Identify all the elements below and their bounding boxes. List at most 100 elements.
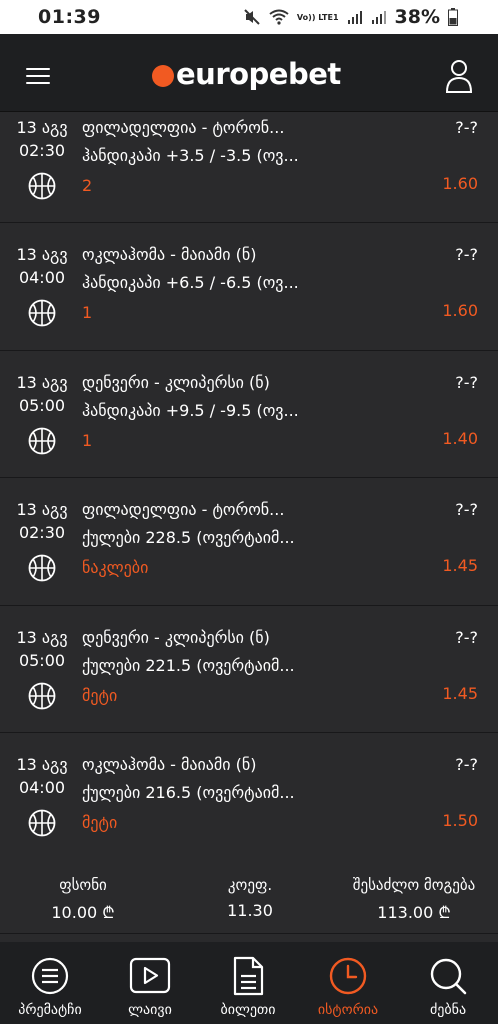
bet-row[interactable]: 13 აგვ 05:00 დენვერი - კლიპერსი (ნ) ჰანდიკა…	[0, 350, 498, 478]
bet-market: ჰანდიკაპი +9.5 / -9.5 (ოვ...	[82, 400, 299, 420]
bet-market: ჰანდიკაპი +6.5 / -6.5 (ოვ...	[82, 273, 299, 292]
nav-history[interactable]: ისტორია	[298, 942, 398, 1024]
bet-match: ფილადელფია - ტორონ...	[82, 500, 285, 519]
stake-value: 10.00 ₾	[51, 903, 115, 922]
bet-score: ?-?	[455, 500, 478, 519]
ticket-document-icon	[233, 956, 264, 996]
bet-date: 13 აგვ 04:00	[14, 243, 70, 289]
bet-time: 02:30	[18, 523, 66, 542]
ticket-summary: ფსონი 10.00 ₾ კოეფ. 11.30 შესაძლო მოგება…	[0, 860, 498, 934]
nav-label-ticket: ბილეთი	[220, 1002, 276, 1018]
bet-day: 13 აგვ	[16, 245, 68, 264]
signal-icon-1	[347, 11, 362, 24]
wifi-icon	[269, 9, 289, 25]
basketball-icon	[28, 427, 56, 454]
basketball-icon	[28, 682, 56, 709]
bet-odds: 1.40	[442, 428, 478, 448]
mute-icon	[244, 9, 260, 25]
bet-match: ფილადელფია - ტორონ...	[82, 118, 285, 137]
network-type: Vo)) LTE1	[296, 12, 339, 22]
basketball-icon	[28, 172, 56, 200]
bet-day: 13 აგვ	[16, 500, 68, 519]
nav-label-history: ისტორია	[317, 1002, 379, 1018]
bet-day: 13 აგვ	[16, 755, 68, 774]
history-clock-icon	[329, 957, 367, 995]
bet-row[interactable]: 13 აგვ 05:00 დენვერი - კლიპერსი (ნ) ქულები …	[0, 605, 498, 733]
system-status-bar: 01:39 Vo)) LTE1 38%	[0, 0, 498, 34]
signal-icon-2	[371, 11, 386, 24]
nav-ticket[interactable]: ბილეთი	[198, 942, 298, 1024]
bet-match: ოკლაჰომა - მაიამი (ნ)	[82, 755, 257, 774]
bet-score: ?-?	[455, 372, 478, 392]
bet-market: ჰანდიკაპი +3.5 / -3.5 (ოვ...	[82, 146, 299, 165]
nav-label-prematch: პრემატჩი	[18, 1002, 82, 1018]
total-odds-value: 11.30	[227, 901, 273, 920]
bet-match: დენვერი - კლიპერსი (ნ)	[82, 372, 270, 392]
nav-label-search: ძებნა	[429, 1002, 467, 1018]
bottom-navigation: პრემატჩი ლაივი ბილეთი ისტორია ძებნა	[0, 942, 498, 1024]
basketball-icon	[28, 809, 56, 837]
battery-percent: 38%	[394, 6, 440, 28]
nav-live[interactable]: ლაივი	[100, 942, 200, 1024]
bet-pick: 2	[82, 176, 93, 195]
bet-time: 02:30	[18, 141, 66, 160]
basketball-icon	[28, 554, 56, 582]
bet-pick: მეტი	[82, 813, 118, 832]
bet-day: 13 აგვ	[16, 372, 68, 392]
user-icon[interactable]	[444, 58, 474, 94]
bet-market: ქულები 228.5 (ოვერტაიმ...	[82, 528, 295, 547]
app-header: europebet	[0, 34, 498, 112]
total-odds-summary: კოეფ. 11.30	[208, 876, 292, 920]
bet-day: 13 აგვ	[16, 627, 68, 647]
status-time: 01:39	[38, 6, 101, 28]
logo-text: europebet	[176, 57, 341, 91]
prematch-list-icon	[31, 957, 69, 995]
bet-score: ?-?	[455, 118, 478, 137]
bet-day: 13 აგვ	[16, 118, 68, 137]
bet-score: ?-?	[455, 755, 478, 774]
bet-time: 05:00	[18, 395, 66, 415]
europebet-logo[interactable]: europebet	[152, 54, 341, 94]
nav-search[interactable]: ძებნა	[398, 942, 498, 1024]
bet-odds: 1.60	[442, 301, 478, 320]
bet-pick: ნაკლები	[82, 558, 149, 577]
bet-odds: 1.45	[442, 683, 478, 703]
nav-label-live: ლაივი	[128, 1002, 172, 1018]
bet-date: 13 აგვ 05:00	[14, 626, 70, 672]
bet-market: ქულები 221.5 (ოვერტაიმ...	[82, 655, 295, 675]
stake-summary: ფსონი 10.00 ₾	[40, 876, 126, 923]
bet-pick: 1	[82, 430, 93, 450]
bet-odds: 1.60	[442, 174, 478, 193]
status-icons: Vo)) LTE1 38%	[243, 6, 458, 28]
possible-win-label: შესაძლო მოგება	[352, 876, 476, 894]
nav-prematch[interactable]: პრემატჩი	[0, 942, 100, 1024]
bet-odds: 1.50	[442, 811, 478, 830]
bet-pick: მეტი	[82, 685, 118, 705]
logo-dot	[152, 65, 174, 87]
bet-date: 13 აგვ 02:30	[14, 498, 70, 544]
menu-icon[interactable]	[26, 68, 52, 86]
basketball-icon	[28, 299, 56, 327]
stake-label: ფსონი	[59, 876, 107, 894]
bet-row[interactable]: 13 აგვ 04:00 ოკლაჰომა - მაიამი (ნ) ქულები 2…	[0, 733, 498, 860]
bet-row[interactable]: 13 აგვ 02:30 ფილადელფია - ტორონ... ქულები 2…	[0, 478, 498, 606]
bet-score: ?-?	[455, 627, 478, 647]
bet-time: 05:00	[18, 650, 66, 670]
bet-match: დენვერი - კლიპერსი (ნ)	[82, 627, 270, 647]
bet-date: 13 აგვ 02:30	[14, 116, 70, 162]
search-icon	[430, 958, 467, 995]
possible-win-value: 113.00 ₾	[377, 903, 451, 922]
bet-score: ?-?	[455, 245, 478, 264]
bet-row[interactable]: 13 აგვ 02:30 ფილადელფია - ტორონ... ჰანდიკაპ…	[0, 112, 498, 223]
possible-win-summary: შესაძლო მოგება 113.00 ₾	[334, 876, 494, 923]
battery-icon	[448, 8, 458, 26]
bet-row[interactable]: 13 აგვ 04:00 ოკლაჰომა - მაიამი (ნ) ჰანდიკაპ…	[0, 223, 498, 351]
bet-history-list[interactable]: 13 აგვ 02:30 ფილადელფია - ტორონ... ჰანდიკაპ…	[0, 112, 498, 860]
bet-date: 13 აგვ 05:00	[14, 371, 70, 417]
bet-match: ოკლაჰომა - მაიამი (ნ)	[82, 245, 257, 264]
bet-odds: 1.45	[442, 556, 478, 575]
bet-pick: 1	[82, 303, 93, 322]
bet-market: ქულები 216.5 (ოვერტაიმ...	[82, 783, 295, 802]
live-play-icon	[129, 957, 171, 994]
bet-time: 04:00	[18, 778, 66, 797]
